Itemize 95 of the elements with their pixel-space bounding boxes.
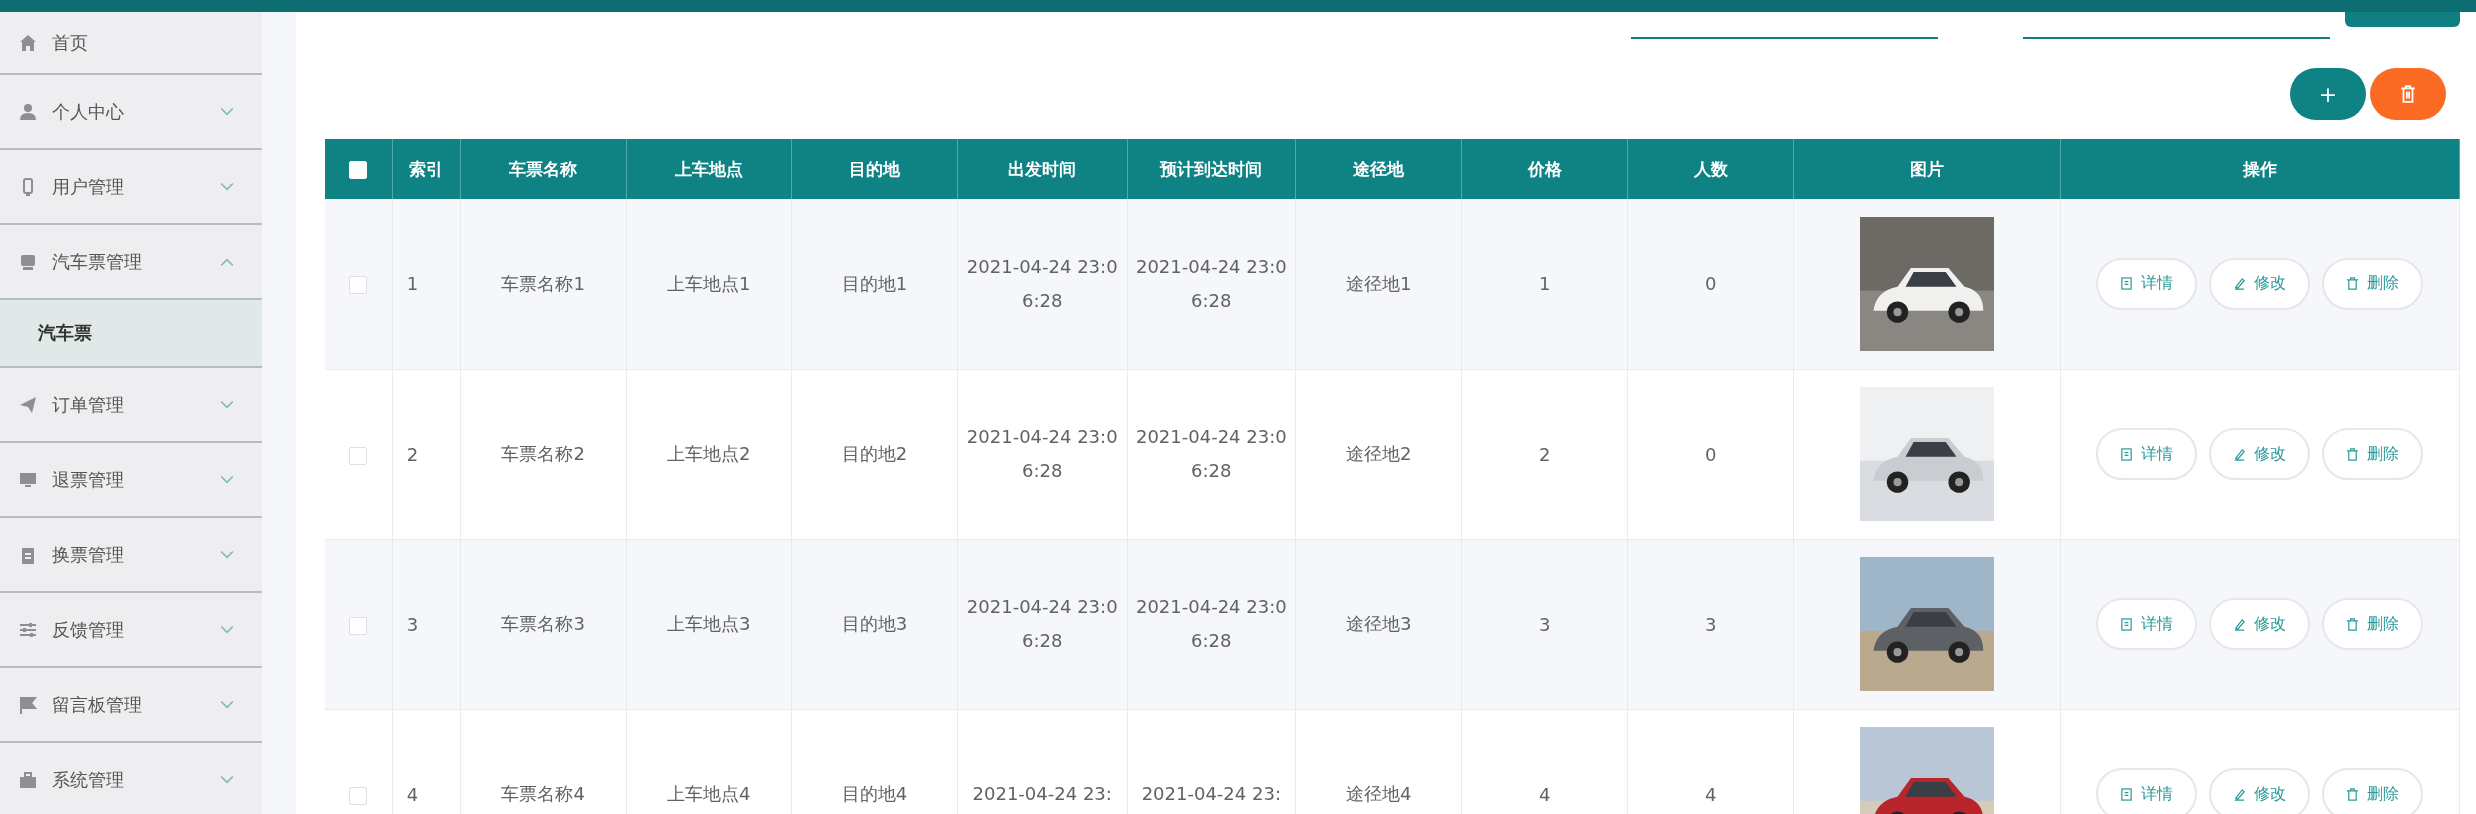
table-cell: 目的地2 — [841, 443, 908, 464]
sidebar-item-label: 退票管理 — [52, 467, 125, 492]
delete-button[interactable] — [2370, 68, 2446, 120]
sidebar-item-label: 用户管理 — [52, 174, 125, 199]
table-cell: 1 — [406, 273, 419, 295]
sidebar-item-label: 换票管理 — [52, 542, 125, 567]
column-header: 途径地 — [1295, 139, 1462, 199]
table-cell: 目的地3 — [841, 613, 908, 634]
table-cell: 上车地点2 — [667, 443, 751, 464]
table-cell: 上车地点4 — [667, 783, 751, 804]
edit-button[interactable]: 修改 — [2209, 428, 2311, 480]
table-cell: 2 — [1539, 443, 1551, 465]
column-header: 目的地 — [791, 139, 958, 199]
pencil-icon — [2233, 277, 2247, 291]
sidebar-item-label: 汽车票管理 — [52, 249, 143, 274]
paper-plane-icon — [18, 394, 38, 415]
table-cell: 车票名称3 — [501, 613, 585, 634]
trash-icon — [2346, 277, 2360, 291]
pencil-icon — [2233, 787, 2247, 801]
table-cell: 4 — [1705, 783, 1717, 805]
column-header: 操作 — [2060, 139, 2460, 199]
delete-button[interactable]: 删除 — [2322, 428, 2424, 480]
table-cell: 上车地点1 — [667, 272, 751, 294]
flag-icon — [18, 694, 38, 715]
table-cell: 0 — [1705, 273, 1717, 295]
table-cell-text: 2021-04-24 23:06:28 — [1135, 595, 1288, 653]
detail-button[interactable]: 详情 — [2096, 257, 2198, 310]
delete-button[interactable]: 删除 — [2322, 257, 2424, 310]
table-cell: 目的地4 — [841, 783, 908, 804]
delete-button[interactable]: 删除 — [2322, 598, 2424, 650]
table-cell: 上车地点3 — [667, 613, 751, 634]
table-cell: 4 — [1539, 783, 1551, 805]
pencil-icon — [2233, 617, 2247, 631]
table-cell: 1 — [1539, 273, 1551, 295]
table-cell: 目的地1 — [841, 272, 908, 294]
sidebar-item-label: 首页 — [52, 30, 89, 55]
column-header: 价格 — [1461, 139, 1628, 199]
checkbox[interactable] — [349, 786, 368, 805]
column-header: 人数 — [1627, 139, 1794, 199]
trash-icon — [2346, 447, 2360, 461]
table-cell-text: 2021-04-24 23:06:28 — [1135, 254, 1288, 313]
table-cell: 途径地2 — [1345, 443, 1412, 464]
table-cell: 3 — [406, 613, 419, 635]
trash-icon — [2400, 85, 2416, 103]
sidebar-item-label: 留言板管理 — [52, 692, 143, 717]
checkbox[interactable] — [349, 446, 368, 465]
home-icon — [18, 32, 38, 53]
column-header: 上车地点 — [626, 139, 792, 199]
person-icon — [18, 101, 38, 122]
table-cell: 3 — [1539, 613, 1551, 635]
briefcase-icon — [18, 769, 38, 790]
column-header: 索引 — [392, 139, 461, 199]
trash-icon — [2346, 787, 2360, 801]
table-cell: 0 — [1705, 443, 1717, 465]
document-icon — [2120, 787, 2134, 801]
table-cell-text: 2021-04-24 23: — [971, 782, 1113, 806]
table-cell-text: 2021-04-24 23:06:28 — [1135, 425, 1288, 483]
search-button[interactable] — [2345, 12, 2460, 27]
table-cell: 车票名称1 — [501, 272, 585, 294]
table-cell-text: 2021-04-24 23:06:28 — [966, 595, 1119, 653]
sidebar-item-label: 反馈管理 — [52, 617, 125, 642]
edit-button[interactable]: 修改 — [2209, 768, 2311, 814]
table-cell-text: 2021-04-24 23:06:28 — [966, 254, 1119, 313]
table-cell: 3 — [1705, 613, 1717, 635]
delete-button[interactable]: 删除 — [2322, 768, 2424, 814]
column-header: 预计到达时间 — [1127, 139, 1296, 199]
table-cell: 车票名称2 — [501, 443, 585, 464]
document-icon — [2120, 277, 2134, 291]
table-cell: 4 — [406, 783, 419, 805]
detail-button[interactable]: 详情 — [2096, 598, 2198, 650]
checkbox[interactable] — [349, 276, 368, 295]
edit-button[interactable]: 修改 — [2209, 598, 2311, 650]
sidebar-item-label: 系统管理 — [52, 767, 125, 792]
sidebar-item-label: 订单管理 — [52, 392, 125, 417]
table-cell-text: 2021-04-24 23: — [1140, 782, 1282, 806]
table-cell: 车票名称4 — [501, 783, 585, 804]
checkbox[interactable] — [349, 616, 368, 635]
edit-button[interactable]: 修改 — [2209, 257, 2311, 310]
column-header: 出发时间 — [957, 139, 1127, 199]
submenu-item[interactable]: 汽车票 — [0, 300, 262, 368]
table-cell: 2 — [406, 443, 419, 465]
detail-button[interactable]: 详情 — [2096, 768, 2198, 814]
trash-icon — [2346, 617, 2360, 631]
document-icon — [2120, 617, 2134, 631]
column-header: 车票名称 — [460, 139, 627, 199]
pencil-icon — [2233, 447, 2247, 461]
table-cell-text: 2021-04-24 23:06:28 — [966, 425, 1119, 483]
sidebar-item-label: 个人中心 — [52, 99, 125, 124]
table-cell: 途径地4 — [1345, 783, 1412, 804]
add-button[interactable]: + — [2290, 68, 2366, 120]
detail-button[interactable]: 详情 — [2096, 428, 2198, 480]
document-icon — [2120, 447, 2134, 461]
table-cell: 途径地3 — [1345, 613, 1412, 634]
table-cell: 途径地1 — [1345, 272, 1412, 294]
column-header: 图片 — [1793, 139, 2061, 199]
